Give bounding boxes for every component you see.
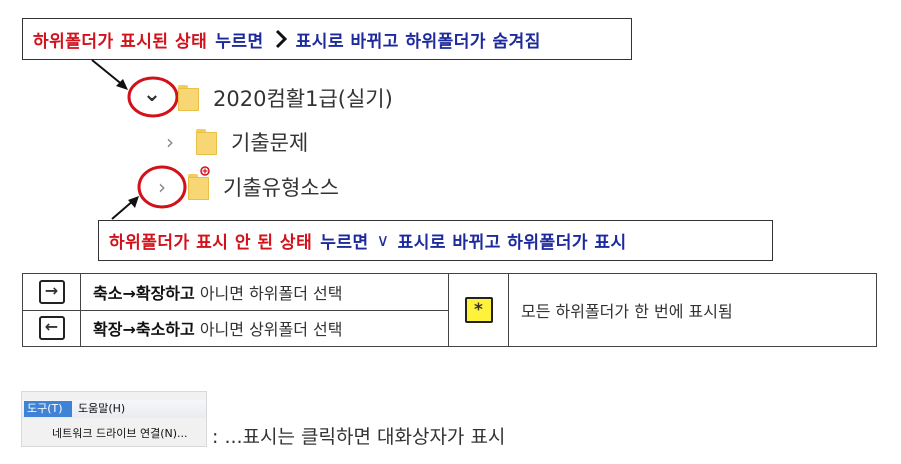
chevron-down-icon[interactable]: ⌄ [140,82,164,107]
left-arrow-key-icon: ← [38,316,65,341]
folder-icon [196,129,217,155]
row1-alt: 아니면 하위폴더 선택 [199,283,343,303]
chevron-right-icon[interactable]: › [150,175,174,199]
key-cell: * [448,273,509,347]
keyboard-shortcut-table: → 축소→확장하고 아니면 하위폴더 선택 * 모든 하위폴더가 한 번에 표시… [22,273,877,347]
pointer-arrow-top [91,59,125,87]
asterisk-key-icon: * [464,297,493,323]
tree-item-root[interactable]: ⌄ 2020컴활1급(실기) [140,82,393,112]
chevron-down-symbol: ∨ [376,230,390,251]
callout-collapsed-result: 표시로 바뀌고 하위폴더가 표시 [397,233,627,253]
callout-collapsed-press: 누르면 [320,233,369,253]
callout-collapsed-state: 하위폴더가 표시 안 된 상태 누르면 ∨ 표시로 바뀌고 하위폴더가 표시 [98,220,773,261]
menu-screenshot: 도구(T) 도움말(H) 네트워크 드라이브 연결(N)... [22,392,206,446]
menu-note: : ...표시는 클릭하면 대화상자가 표시 [212,426,506,448]
tree-item-child1[interactable]: › 기출문제 [158,128,308,156]
row2-alt: 아니면 상위폴더 선택 [199,320,343,340]
tree-item-child2-label: 기출유형소스 [223,176,339,200]
folder-icon [178,85,199,111]
desc-cell: 확장→축소하고 아니면 상위폴더 선택 [80,309,449,347]
menu-item-map-network-drive[interactable]: 네트워크 드라이브 연결(N)... [52,426,188,442]
table-row: → 축소→확장하고 아니면 하위폴더 선택 * 모든 하위폴더가 한 번에 표시… [22,273,877,347]
callout-collapsed-desc: 하위폴더가 표시 안 된 상태 [109,233,313,253]
key-cell: ← [22,309,81,347]
sync-badge-icon [200,166,210,176]
key-cell: → [22,273,81,311]
row2-action: 확장→축소하고 [93,320,195,340]
chevron-right-icon[interactable]: › [158,130,182,154]
tree-item-root-label: 2020컴활1급(실기) [213,87,393,111]
pointer-arrow-bottom-head [128,196,139,208]
star-desc: 모든 하위폴더가 한 번에 표시됨 [508,273,877,347]
row1-action: 축소→확장하고 [93,283,195,303]
folder-icon [188,166,210,200]
tree-item-child2[interactable]: › 기출유형소스 [150,166,339,201]
menu-tools[interactable]: 도구(T) [24,401,72,417]
menu-help[interactable]: 도움말(H) [78,401,125,417]
desc-cell: 축소→확장하고 아니면 하위폴더 선택 [80,273,449,311]
right-arrow-key-icon: → [38,279,65,304]
tree-item-child1-label: 기출문제 [231,131,309,155]
